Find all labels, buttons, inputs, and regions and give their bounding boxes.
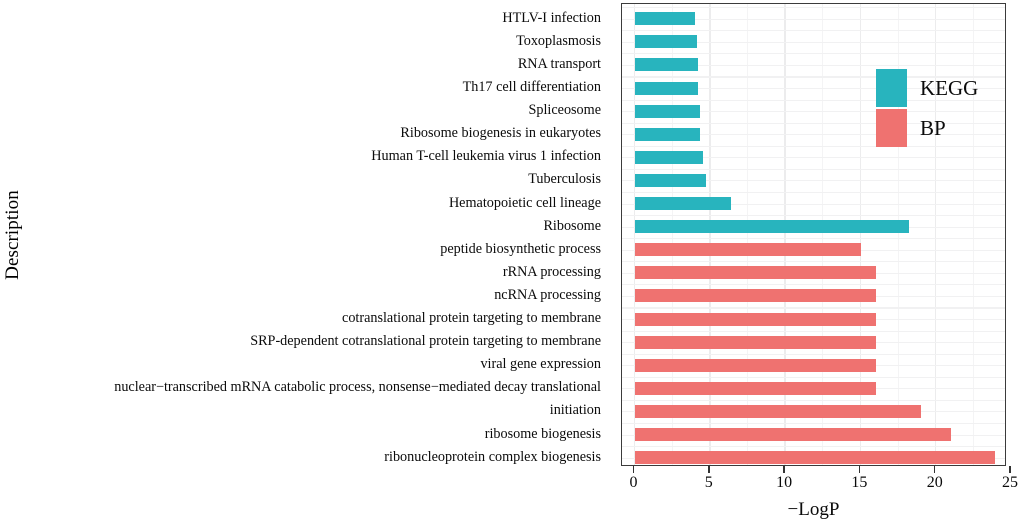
bar (635, 428, 952, 441)
bar (635, 35, 697, 49)
legend-label: BP (920, 115, 946, 140)
gridline-horizontal (622, 422, 1005, 425)
x-axis-title: −LogP (787, 499, 840, 520)
bar (635, 289, 876, 303)
gridline-horizontal (622, 30, 1005, 32)
bar (635, 312, 876, 326)
x-axis-tick-label: 10 (776, 474, 793, 491)
x-axis-tick-label: 20 (926, 474, 943, 491)
bar (635, 220, 910, 234)
y-axis-tick-label: HTLV-I infection (502, 9, 601, 26)
bar (635, 127, 700, 141)
x-axis-tick-label: 0 (629, 474, 638, 491)
x-axis-tick-label: 25 (1002, 474, 1018, 491)
y-axis-title: Description (0, 0, 26, 470)
legend-item-bp[interactable]: BP (876, 108, 946, 148)
gridline-major-vertical (633, 4, 636, 465)
bar (635, 173, 706, 187)
y-axis-tick-label: Human T-cell leukemia virus 1 infection (371, 148, 601, 165)
bar (635, 266, 876, 280)
y-axis-tick-labels: HTLV-I infection Toxoplasmosis RNA transpo… (26, 0, 647, 466)
x-axis-tick-mark (858, 466, 861, 473)
legend: KEGG BP (876, 68, 1004, 148)
bar (635, 81, 699, 95)
gridline-minor-vertical (822, 4, 824, 465)
y-axis-tick-label: ncRNA processing (494, 286, 601, 303)
y-axis-tick-label: Tuberculosis (528, 171, 601, 188)
gridline-minor-vertical (671, 4, 673, 465)
y-axis-tick-label: Th17 cell differentiation (462, 79, 601, 95)
bar (635, 12, 696, 26)
y-axis-tick-label: Hematopoietic cell lineage (448, 194, 601, 211)
gridline-horizontal (622, 330, 1005, 332)
gridline-horizontal (622, 53, 1005, 55)
y-axis-tick-label: viral gene expression (480, 356, 601, 373)
gridline-horizontal (622, 446, 1005, 448)
y-axis-tick-label: Ribosome biogenesis in eukaryotes (400, 125, 601, 142)
x-axis-tick-mark (1009, 466, 1011, 473)
legend-swatch (876, 69, 907, 107)
y-axis-tick-label: ribonucleoprotein complex biogenesis (384, 448, 601, 465)
bar (635, 381, 876, 395)
gridline-horizontal (622, 191, 1005, 194)
gridline-horizontal (622, 168, 1005, 170)
x-axis-tick-mark (708, 466, 710, 473)
y-axis-tick-label: RNA transport (517, 55, 601, 72)
gridline-major-vertical (859, 4, 862, 465)
x-axis: 0 5 10 15 20 25 −LogP (621, 466, 1018, 529)
bar (635, 58, 699, 72)
y-axis-tick-label: ribosome biogenesis (484, 425, 601, 442)
y-axis-tick-label: initiation (549, 402, 601, 419)
legend-item-kegg[interactable]: KEGG (876, 68, 978, 108)
gridline-minor-vertical (746, 4, 748, 465)
y-axis-tick-label: Toxoplasmosis (516, 32, 601, 49)
gridline-horizontal (622, 7, 1005, 9)
x-axis-tick-label: 15 (851, 474, 868, 491)
gridline-major-vertical (784, 4, 786, 465)
bar (635, 358, 876, 372)
bar (635, 243, 861, 257)
x-axis-tick-mark (783, 466, 785, 473)
chart-figure: Description HTLV-I infection Toxoplasmosi… (0, 0, 1020, 529)
y-axis-tick-label: nuclear−transcribed mRNA catabolic proce… (114, 379, 601, 396)
gridline-horizontal (622, 261, 1005, 263)
bar (635, 104, 700, 118)
gridline-horizontal (622, 284, 1005, 286)
y-axis-tick-label: SRP-dependent cotranslational protein ta… (250, 333, 601, 350)
y-axis-tick-label: cotranslational protein targeting to mem… (342, 310, 601, 326)
y-axis-tick-label: Spliceosome (528, 102, 601, 119)
y-axis-tick-label: Ribosome (543, 217, 601, 234)
x-axis-tick-mark (933, 466, 936, 473)
y-axis-tick-label: rRNA processing (502, 263, 601, 280)
gridline-horizontal (622, 215, 1005, 217)
gridline-horizontal (622, 376, 1005, 378)
gridline-horizontal (622, 399, 1005, 401)
x-axis-tick-label: 5 (704, 474, 713, 491)
y-axis-title-text: Description (2, 190, 23, 280)
bar (635, 335, 876, 349)
gridline-major-vertical (709, 4, 711, 465)
gridline-horizontal (622, 238, 1005, 240)
x-axis-tick-mark (632, 466, 635, 473)
bar (635, 451, 995, 465)
bar (635, 197, 732, 210)
legend-label: KEGG (920, 75, 979, 100)
legend-swatch (876, 109, 907, 147)
gridline-horizontal (622, 307, 1005, 309)
bar (635, 404, 922, 418)
y-axis-tick-label: peptide biosynthetic process (440, 240, 601, 257)
bar (635, 150, 703, 164)
gridline-horizontal (622, 353, 1005, 355)
